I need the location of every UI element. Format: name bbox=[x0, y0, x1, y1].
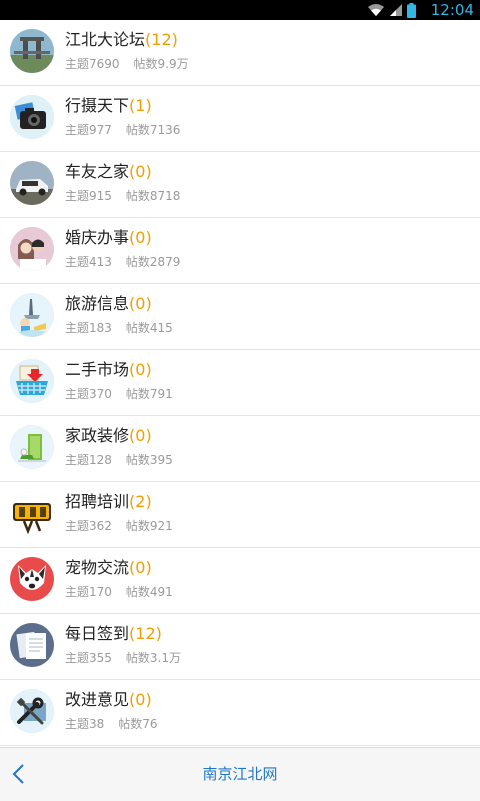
new-post-count: (1) bbox=[129, 96, 152, 115]
forum-title: 旅游信息(0) bbox=[65, 293, 152, 315]
forum-name: 宠物交流 bbox=[65, 558, 130, 577]
topic-count: 主题355 bbox=[65, 651, 112, 665]
forum-stats: 主题362 帖数921 bbox=[65, 518, 187, 534]
forum-name: 行摄天下 bbox=[65, 96, 130, 115]
topic-count: 主题370 bbox=[65, 387, 112, 401]
forum-row[interactable]: 宠物交流(0) 主题170 帖数491 bbox=[0, 548, 480, 614]
forum-name: 家政装修 bbox=[65, 426, 130, 445]
camera-icon bbox=[10, 95, 54, 139]
forum-name: 每日签到 bbox=[65, 624, 130, 643]
forum-title: 改进意见(0) bbox=[65, 689, 152, 711]
site-title: 南京江北网 bbox=[202, 765, 278, 783]
status-bar: 12:04 bbox=[0, 0, 480, 20]
new-post-count: (0) bbox=[129, 558, 152, 577]
new-post-count: (0) bbox=[129, 294, 152, 313]
topic-count: 主题183 bbox=[65, 321, 112, 335]
topic-count: 主题170 bbox=[65, 585, 112, 599]
forum-stats: 主题183 帖数415 bbox=[65, 320, 187, 336]
new-post-count: (12) bbox=[145, 30, 178, 49]
forum-title: 每日签到(12) bbox=[65, 623, 162, 645]
new-post-count: (0) bbox=[129, 426, 152, 445]
dog-icon bbox=[10, 557, 54, 601]
topic-count: 主题38 bbox=[65, 717, 105, 731]
forum-name: 车友之家 bbox=[65, 162, 130, 181]
post-count: 帖数415 bbox=[125, 321, 173, 335]
topic-count: 主题362 bbox=[65, 519, 112, 533]
car-icon bbox=[10, 161, 54, 205]
forum-stats: 主题170 帖数491 bbox=[65, 584, 187, 600]
post-count: 帖数791 bbox=[125, 387, 173, 401]
topic-count: 主题915 bbox=[65, 189, 112, 203]
forum-stats: 主题413 帖数2879 bbox=[65, 254, 194, 270]
post-count: 帖数7136 bbox=[125, 123, 181, 137]
forum-title: 招聘培训(2) bbox=[65, 491, 152, 513]
bottom-bar: 南京江北网 bbox=[0, 747, 480, 801]
forum-list: 江北大论坛(12) 主题7690 帖数9.9万 行摄天下(1) 主题977 帖数71… bbox=[0, 20, 480, 746]
forum-title: 婚庆办事(0) bbox=[65, 227, 152, 249]
post-count: 帖数9.9万 bbox=[133, 57, 189, 71]
forum-stats: 主题38 帖数76 bbox=[65, 716, 172, 732]
forum-name: 招聘培训 bbox=[65, 492, 130, 511]
forum-row[interactable]: 旅游信息(0) 主题183 帖数415 bbox=[0, 284, 480, 350]
new-post-count: (2) bbox=[129, 492, 152, 511]
forum-name: 婚庆办事 bbox=[65, 228, 130, 247]
signal-icon bbox=[390, 4, 402, 16]
forum-stats: 主题977 帖数7136 bbox=[65, 122, 194, 138]
topic-count: 主题413 bbox=[65, 255, 112, 269]
recruit-sign-icon bbox=[10, 491, 54, 535]
forum-title: 家政装修(0) bbox=[65, 425, 152, 447]
new-post-count: (0) bbox=[129, 360, 152, 379]
status-time: 12:04 bbox=[430, 1, 474, 19]
forum-title: 车友之家(0) bbox=[65, 161, 152, 183]
post-count: 帖数491 bbox=[125, 585, 173, 599]
wifi-icon bbox=[368, 4, 384, 16]
post-count: 帖数2879 bbox=[125, 255, 181, 269]
forum-name: 二手市场 bbox=[65, 360, 130, 379]
topic-count: 主题128 bbox=[65, 453, 112, 467]
topic-count: 主题977 bbox=[65, 123, 112, 137]
decoration-icon bbox=[10, 425, 54, 469]
post-count: 帖数3.1万 bbox=[125, 651, 181, 665]
post-count: 帖数395 bbox=[125, 453, 173, 467]
new-post-count: (0) bbox=[129, 690, 152, 709]
forum-name: 江北大论坛 bbox=[65, 30, 146, 49]
new-post-count: (0) bbox=[129, 162, 152, 181]
post-count: 帖数921 bbox=[125, 519, 173, 533]
forum-name: 旅游信息 bbox=[65, 294, 130, 313]
wedding-couple-icon bbox=[10, 227, 54, 271]
forum-row[interactable]: 江北大论坛(12) 主题7690 帖数9.9万 bbox=[0, 20, 480, 86]
post-count: 帖数8718 bbox=[125, 189, 181, 203]
forum-row[interactable]: 车友之家(0) 主题915 帖数8718 bbox=[0, 152, 480, 218]
new-post-count: (12) bbox=[129, 624, 162, 643]
forum-stats: 主题7690 帖数9.9万 bbox=[65, 56, 203, 72]
forum-row[interactable]: 改进意见(0) 主题38 帖数76 bbox=[0, 680, 480, 746]
bridge-photo-icon bbox=[10, 29, 54, 73]
new-post-count: (0) bbox=[129, 228, 152, 247]
post-count: 帖数76 bbox=[118, 717, 158, 731]
forum-title: 宠物交流(0) bbox=[65, 557, 152, 579]
battery-icon bbox=[407, 2, 416, 18]
tools-icon bbox=[10, 689, 54, 733]
papers-icon bbox=[10, 623, 54, 667]
forum-name: 改进意见 bbox=[65, 690, 130, 709]
forum-title: 二手市场(0) bbox=[65, 359, 152, 381]
topic-count: 主题7690 bbox=[65, 57, 120, 71]
forum-title: 江北大论坛(12) bbox=[65, 29, 178, 51]
forum-row[interactable]: 二手市场(0) 主题370 帖数791 bbox=[0, 350, 480, 416]
forum-stats: 主题128 帖数395 bbox=[65, 452, 187, 468]
forum-row[interactable]: 家政装修(0) 主题128 帖数395 bbox=[0, 416, 480, 482]
shopping-basket-icon bbox=[10, 359, 54, 403]
forum-row[interactable]: 行摄天下(1) 主题977 帖数7136 bbox=[0, 86, 480, 152]
forum-stats: 主题355 帖数3.1万 bbox=[65, 650, 195, 666]
forum-stats: 主题370 帖数791 bbox=[65, 386, 187, 402]
forum-row[interactable]: 婚庆办事(0) 主题413 帖数2879 bbox=[0, 218, 480, 284]
forum-row[interactable]: 每日签到(12) 主题355 帖数3.1万 bbox=[0, 614, 480, 680]
forum-stats: 主题915 帖数8718 bbox=[65, 188, 194, 204]
travel-icon bbox=[10, 293, 54, 337]
forum-row[interactable]: 招聘培训(2) 主题362 帖数921 bbox=[0, 482, 480, 548]
forum-title: 行摄天下(1) bbox=[65, 95, 152, 117]
status-icons bbox=[367, 2, 416, 18]
